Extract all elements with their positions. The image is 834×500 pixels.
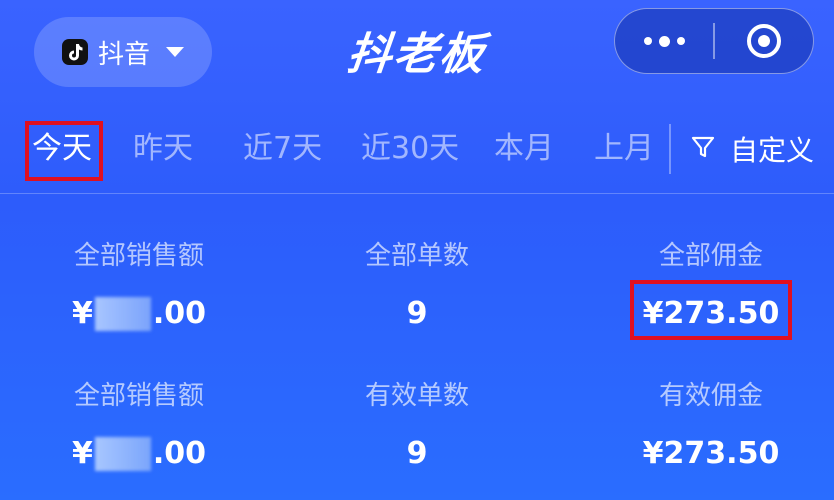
currency-symbol: ¥ bbox=[71, 296, 93, 331]
stat-value: 9 bbox=[406, 436, 428, 471]
more-dots-icon bbox=[643, 35, 685, 47]
value-decimals: .00 bbox=[152, 436, 207, 471]
stat-value: ¥273.50 bbox=[642, 436, 780, 471]
close-button[interactable] bbox=[715, 9, 813, 73]
stat-total-orders: 全部单数 9 bbox=[278, 238, 556, 334]
stat-total-sales-2: 全部销售额 ¥ .00 bbox=[0, 378, 278, 474]
stat-label: 全部销售额 bbox=[73, 241, 204, 271]
stat-label: 有效单数 bbox=[364, 381, 469, 411]
stat-value: ¥ .00 bbox=[0, 434, 278, 474]
stat-value: 9 bbox=[406, 296, 428, 331]
custom-date-filter[interactable]: 自定义 bbox=[690, 118, 814, 180]
tab-last-month[interactable]: 上月 bbox=[594, 118, 654, 180]
stat-total-commission: 全部佣金 ¥273.50 bbox=[572, 238, 834, 334]
filter-icon bbox=[690, 134, 716, 164]
more-button[interactable] bbox=[615, 9, 713, 73]
stat-value: ¥273.50 bbox=[642, 296, 780, 331]
stat-value: ¥ .00 bbox=[0, 294, 278, 334]
tabs-divider bbox=[669, 124, 671, 174]
stat-label: 有效佣金 bbox=[658, 381, 763, 411]
platform-label: 抖音 bbox=[97, 39, 150, 70]
tab-last-7-days[interactable]: 近7天 bbox=[243, 118, 322, 180]
stat-total-sales: 全部销售额 ¥ .00 bbox=[0, 238, 278, 334]
tab-last-30-days[interactable]: 近30天 bbox=[361, 118, 459, 180]
stat-label: 全部销售额 bbox=[73, 381, 204, 411]
divider bbox=[0, 193, 834, 194]
value-decimals: .00 bbox=[152, 296, 207, 331]
tab-yesterday[interactable]: 昨天 bbox=[133, 118, 193, 180]
tab-this-month[interactable]: 本月 bbox=[494, 118, 554, 180]
tiktok-icon bbox=[61, 39, 88, 65]
custom-filter-label: 自定义 bbox=[730, 134, 815, 167]
stat-label: 全部单数 bbox=[364, 241, 469, 271]
chevron-down-icon bbox=[166, 47, 184, 57]
currency-symbol: ¥ bbox=[71, 436, 93, 471]
mini-program-capsule bbox=[614, 8, 814, 74]
redacted-value bbox=[94, 297, 151, 331]
platform-selector[interactable]: 抖音 bbox=[34, 17, 212, 87]
redacted-value bbox=[94, 437, 151, 471]
target-circle-icon bbox=[746, 24, 781, 58]
stat-label: 全部佣金 bbox=[658, 241, 763, 271]
stat-valid-orders: 有效单数 9 bbox=[278, 378, 556, 474]
stat-valid-commission: 有效佣金 ¥273.50 bbox=[572, 378, 834, 474]
tab-today[interactable]: 今天 bbox=[32, 118, 92, 180]
